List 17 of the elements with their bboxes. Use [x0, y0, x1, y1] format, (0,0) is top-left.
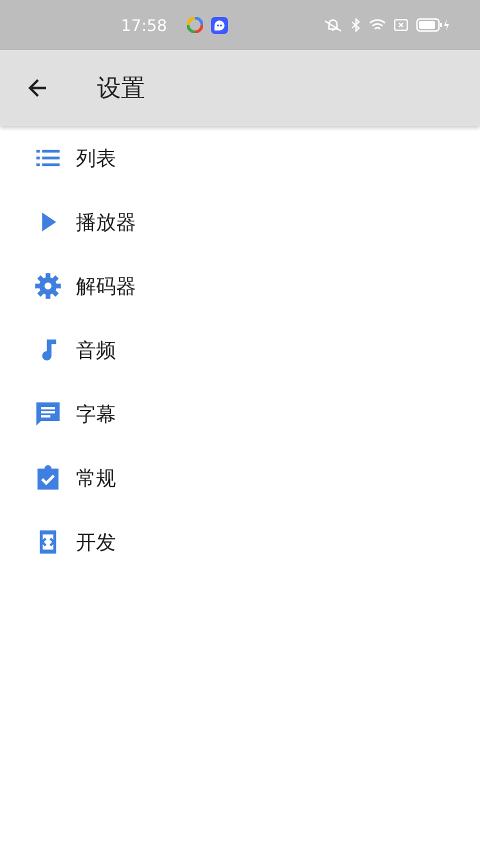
page-title: 设置 — [97, 73, 145, 104]
chat-app-icon[interactable] — [211, 16, 228, 34]
settings-item[interactable]: 播放器 — [0, 190, 480, 254]
wifi-icon — [369, 18, 386, 32]
gear-icon — [34, 272, 62, 300]
settings-item[interactable]: 列表 — [0, 126, 480, 190]
bluetooth-icon — [351, 18, 361, 32]
message-icon — [34, 400, 62, 428]
settings-item[interactable]: 音频 — [0, 318, 480, 382]
mute-icon — [323, 18, 343, 32]
settings-item[interactable]: 字幕 — [0, 382, 480, 446]
settings-item[interactable]: 解码器 — [0, 254, 480, 318]
sim-icon — [394, 19, 408, 31]
settings-item[interactable]: 常规 — [0, 446, 480, 510]
battery-icon — [416, 18, 450, 32]
settings-item[interactable]: 开发 — [0, 510, 480, 574]
clock: 17:58 — [121, 16, 168, 34]
